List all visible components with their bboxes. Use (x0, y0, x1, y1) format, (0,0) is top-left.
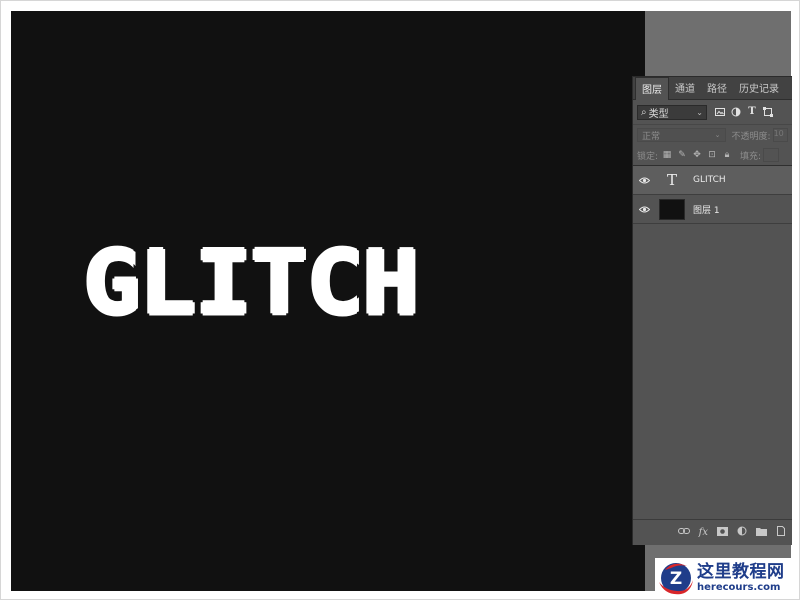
screenshot-frame: GLITCH 图层 通道 路径 历史记录 ⌕ 类型 ⌄ T 正常 ⌄ 不透明度:… (0, 0, 800, 600)
eye-icon[interactable] (633, 206, 655, 213)
watermark-title: 这里教程网 (697, 561, 785, 582)
layer-row[interactable]: 图层 1 (633, 195, 792, 224)
layers-panel: 图层 通道 路径 历史记录 ⌕ 类型 ⌄ T 正常 ⌄ 不透明度: 10 锁定:… (632, 76, 792, 545)
lock-label: 锁定: (637, 151, 659, 162)
lock-artboard-icon[interactable]: ⊡ (707, 150, 717, 160)
lock-all-icon[interactable]: 🔒︎ (722, 150, 732, 160)
blend-mode-label: 正常 (642, 131, 661, 142)
layer-name: 图层 1 (693, 205, 720, 216)
blend-mode-select[interactable]: 正常 ⌄ (637, 128, 726, 142)
adjustment-icon[interactable] (737, 526, 747, 539)
opacity-input[interactable]: 10 (772, 128, 788, 142)
watermark-text: 这里教程网 herecours.com (697, 561, 785, 594)
mask-icon[interactable] (717, 526, 728, 539)
filter-row: ⌕ 类型 ⌄ T (633, 100, 792, 125)
link-icon[interactable] (677, 527, 690, 538)
adjustment-filter-icon[interactable] (731, 107, 741, 117)
folder-icon[interactable] (756, 527, 767, 539)
fill-label: 填充: (740, 151, 762, 162)
lock-transparent-icon[interactable]: ▦ (662, 150, 672, 160)
layer-name: GLITCH (693, 175, 726, 185)
watermark-logo: Z (659, 563, 693, 595)
tab-history[interactable]: 历史记录 (733, 77, 785, 99)
watermark-logo-letter: Z (670, 569, 682, 589)
canvas-text: GLITCH (83, 231, 420, 335)
filter-kind-label: 类型 (648, 108, 669, 120)
watermark-url: herecours.com (697, 581, 781, 593)
fill-input[interactable] (763, 148, 780, 162)
new-layer-icon[interactable] (776, 526, 786, 539)
type-filter-icon[interactable]: T (747, 107, 757, 117)
tab-channels[interactable]: 通道 (669, 77, 701, 99)
document-canvas[interactable]: GLITCH (11, 11, 645, 591)
lock-row: 锁定: ▦ ✎ ✥ ⊡ 🔒︎ 填充: (633, 145, 792, 166)
image-filter-icon[interactable] (715, 107, 725, 117)
layer-row[interactable]: T GLITCH (633, 166, 792, 195)
panel-footer: fx (633, 519, 792, 545)
text-layer-icon: T (666, 171, 677, 189)
layer-thumbnail (659, 198, 685, 220)
tab-paths[interactable]: 路径 (701, 77, 733, 99)
lock-position-icon[interactable]: ✥ (692, 150, 702, 160)
lock-paint-icon[interactable]: ✎ (677, 150, 687, 160)
tab-layers[interactable]: 图层 (635, 77, 669, 100)
panel-tabs: 图层 通道 路径 历史记录 (633, 77, 792, 100)
shape-filter-icon[interactable] (763, 107, 773, 117)
filter-kind-select[interactable]: ⌕ 类型 ⌄ (637, 104, 707, 120)
chevron-down-icon: ⌄ (714, 131, 721, 139)
watermark: Z 这里教程网 herecours.com (655, 558, 797, 598)
lock-icons: ▦ ✎ ✥ ⊡ 🔒︎ (662, 150, 732, 160)
opacity-label: 不透明度: (731, 131, 771, 142)
eye-icon[interactable] (633, 177, 655, 184)
blend-row: 正常 ⌄ 不透明度: 10 (633, 125, 792, 145)
search-icon: ⌕ (641, 106, 647, 118)
chevron-down-icon: ⌄ (696, 107, 703, 117)
filter-icons: T (715, 107, 773, 117)
fx-icon[interactable]: fx (699, 527, 708, 538)
